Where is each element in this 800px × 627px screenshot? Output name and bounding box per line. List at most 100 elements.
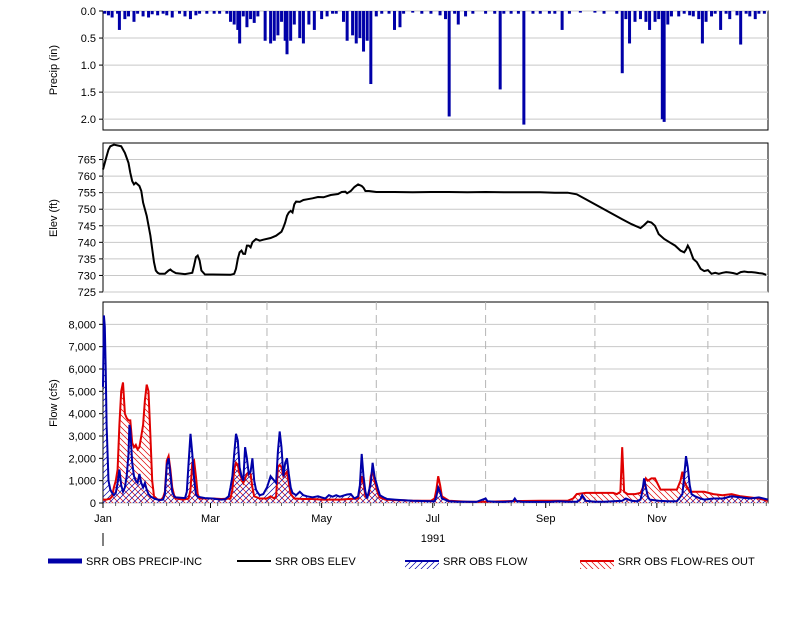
precip-bar — [398, 11, 402, 28]
precip-bar — [285, 11, 289, 55]
precip-bar — [387, 11, 391, 14]
precip-bar — [719, 11, 723, 30]
precip-bar — [369, 11, 373, 85]
precip-bar — [648, 11, 652, 30]
precip-bar — [710, 11, 714, 17]
precip-bar — [103, 11, 107, 14]
precip-bar — [453, 11, 457, 14]
precip-bar — [697, 11, 701, 20]
precip-bar — [325, 11, 329, 17]
precip-bar — [110, 11, 114, 18]
precip-bar — [567, 11, 571, 14]
precip-bar — [411, 11, 415, 13]
precip-bar — [123, 11, 127, 20]
precip-bar — [212, 11, 216, 14]
precip-bar — [653, 11, 657, 22]
precip-bar — [735, 11, 739, 16]
precip-bar — [638, 11, 642, 20]
precip-bar — [682, 11, 686, 14]
precip-bar — [516, 11, 520, 14]
flow-y-axis-label: Flow (cfs) — [48, 379, 60, 427]
precip-bar — [739, 11, 743, 45]
precip-bar — [560, 11, 564, 30]
x-tick-label: Jan — [94, 513, 112, 525]
elevation-tick-label: 765 — [78, 155, 96, 167]
precip-bar — [292, 11, 296, 25]
elevation-tick-label: 740 — [78, 237, 96, 249]
precip-bar — [106, 11, 110, 16]
flow-tick-label: 8,000 — [68, 319, 96, 331]
precip-bar — [762, 11, 766, 14]
elevation-tick-label: 750 — [78, 204, 96, 216]
precip-bar — [677, 11, 681, 17]
precip-bar — [183, 11, 187, 17]
precip-tick-label: 1.0 — [81, 60, 96, 72]
x-tick-label: Nov — [647, 513, 667, 525]
precip-bar — [225, 11, 229, 14]
precip-bar — [657, 11, 661, 20]
precip-bar — [374, 11, 378, 17]
precip-bar — [484, 11, 488, 14]
legend-label: SRR OBS ELEV — [275, 556, 356, 568]
precip-bar — [156, 11, 160, 16]
precip-bar — [249, 11, 253, 20]
precip-bar — [269, 11, 273, 44]
precip-bar — [241, 11, 245, 17]
flow-tick-label: 2,000 — [68, 453, 96, 465]
precip-bar — [141, 11, 145, 17]
precip-bar — [256, 11, 260, 17]
precip-bar — [471, 11, 475, 14]
precip-y-ticks: 0.0 0.5 1.0 1.5 2.0 — [81, 6, 103, 126]
precip-bar — [289, 11, 293, 41]
precip-bar — [298, 11, 302, 39]
precip-bar — [358, 11, 362, 39]
legend-label: SRR OBS FLOW-RES OUT — [618, 556, 755, 568]
precip-bar — [280, 11, 284, 22]
precip-bar — [232, 11, 236, 25]
precip-bar — [127, 11, 131, 17]
precip-bar — [538, 11, 542, 14]
legend-hatch-swatch — [405, 561, 439, 569]
precip-bar — [165, 11, 169, 16]
flow-x-ticks: Jan Mar May Jul Sep Nov — [94, 503, 767, 525]
elevation-tick-label: 730 — [78, 270, 96, 282]
precip-bar — [229, 11, 233, 22]
precip-bar — [522, 11, 526, 125]
precip-bar — [531, 11, 535, 14]
precip-bar — [748, 11, 752, 17]
precip-bar — [188, 11, 192, 20]
precip-bar — [753, 11, 757, 20]
precip-bar — [700, 11, 704, 44]
precip-bar — [331, 11, 335, 14]
precip-bar — [493, 11, 497, 14]
precip-bar — [757, 11, 761, 14]
precip-bar — [161, 11, 165, 14]
flow-tick-label: 5,000 — [68, 386, 96, 398]
elevation-y-ticks: 725 730 735 740 745 750 755 760 765 — [78, 155, 103, 299]
flow-tick-label: 6,000 — [68, 364, 96, 376]
precip-tick-label: 0.0 — [81, 6, 96, 18]
precip-tick-label: 1.5 — [81, 87, 96, 99]
precip-bar — [198, 11, 202, 14]
precip-bar — [334, 11, 338, 14]
precip-bar — [150, 11, 154, 15]
precip-bar — [498, 11, 502, 90]
precip-bar — [345, 11, 349, 41]
elevation-panel: 725 730 735 740 745 750 755 760 765 Elev (ft) — [48, 142, 769, 299]
precip-bar — [194, 11, 198, 16]
flow-panel: 0 1,000 2,000 3,000 4,000 5,000 6,000 7,000 8,00… — [48, 301, 769, 546]
precip-bar — [547, 11, 551, 14]
precip-bar — [713, 11, 717, 14]
precip-bar — [578, 11, 582, 13]
precip-bar — [301, 11, 305, 44]
elevation-tick-label: 760 — [78, 171, 96, 183]
precip-bar — [147, 11, 151, 18]
precip-bar — [593, 11, 597, 13]
precip-bar — [132, 11, 136, 22]
flow-tick-label: 1,000 — [68, 476, 96, 488]
precip-bar — [307, 11, 311, 25]
precip-bar — [724, 11, 728, 14]
precip-tick-label: 0.5 — [81, 33, 96, 45]
precip-bar — [728, 11, 732, 20]
precip-bar — [351, 11, 355, 36]
